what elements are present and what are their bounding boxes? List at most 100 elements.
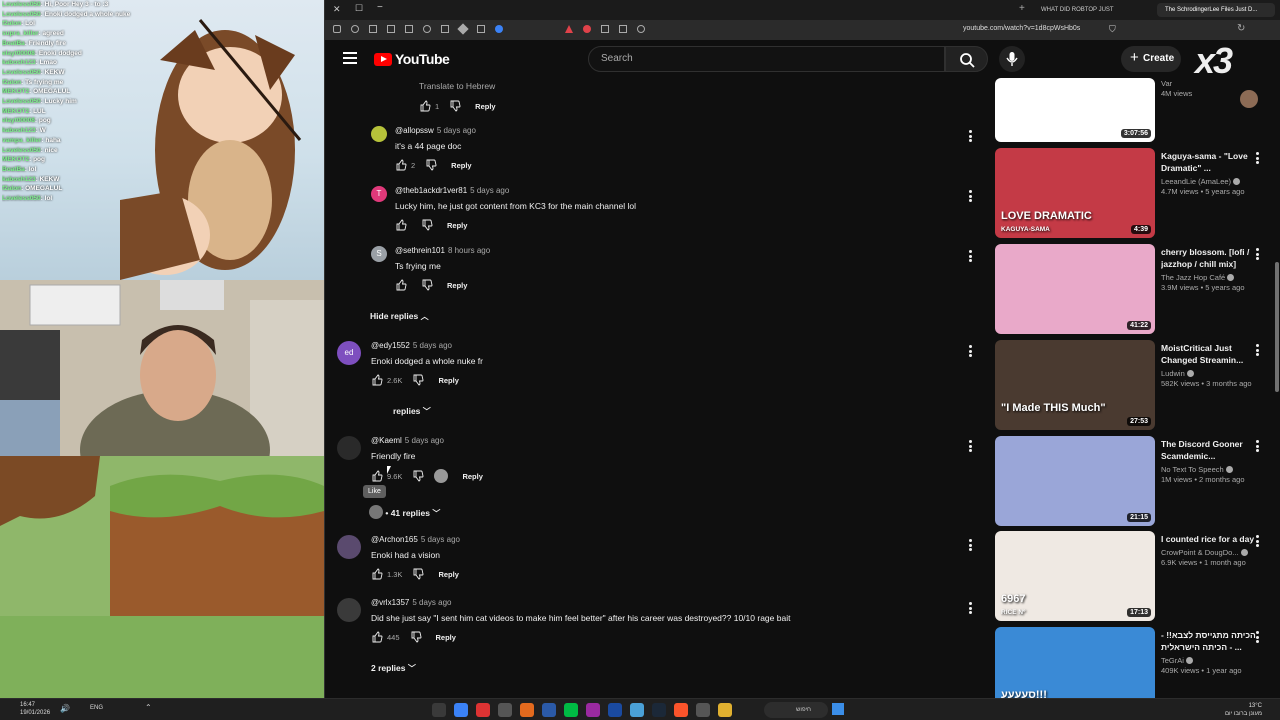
- commenter-avatar[interactable]: T: [371, 186, 387, 202]
- app-icon[interactable]: [652, 703, 666, 717]
- create-button[interactable]: Create: [1121, 45, 1181, 72]
- app-icon[interactable]: [498, 703, 512, 717]
- adblock-icon[interactable]: [583, 25, 591, 33]
- comment-author[interactable]: @theb1ackdr1ver81 5 days ago: [395, 186, 509, 195]
- reply-button[interactable]: Reply: [447, 281, 467, 290]
- video-channel[interactable]: No Text To Speech: [1161, 465, 1261, 475]
- video-item[interactable]: "I Made THIS Much" 27:53 MoistCritical Jus…: [995, 340, 1280, 432]
- video-item[interactable]: 21:15 The Discord Gooner Scamdemic... No T…: [995, 436, 1280, 528]
- like-icon[interactable]: [371, 568, 383, 580]
- like-icon[interactable]: [371, 374, 383, 386]
- video-menu-icon[interactable]: [1256, 535, 1260, 547]
- video-thumbnail[interactable]: 6967 RICE Nº 17:13: [995, 531, 1155, 621]
- video-title[interactable]: cherry blossom. [lofi / jazzhop / chill …: [1161, 246, 1261, 270]
- video-channel[interactable]: TeGrAi: [1161, 656, 1261, 666]
- dislike-icon[interactable]: [421, 219, 433, 231]
- video-channel[interactable]: Ludwin: [1161, 369, 1261, 379]
- like-icon[interactable]: [395, 219, 407, 231]
- view-replies-kaeml[interactable]: • 41 replies ﹀: [369, 505, 440, 519]
- video-thumbnail[interactable]: 3:07:56: [995, 78, 1155, 142]
- search-input[interactable]: Search: [588, 46, 945, 72]
- like-icon[interactable]: [395, 159, 407, 171]
- dislike-icon[interactable]: [412, 568, 424, 580]
- video-menu-icon[interactable]: [1256, 344, 1260, 356]
- comment-author[interactable]: @Kaeml 5 days ago: [371, 436, 444, 445]
- view-replies-edy[interactable]: replies ﹀: [393, 406, 431, 417]
- app-icon[interactable]: [608, 703, 622, 717]
- comment-menu-icon[interactable]: [969, 130, 973, 142]
- reply-button[interactable]: Reply: [447, 221, 467, 230]
- comment-menu-icon[interactable]: [969, 250, 973, 262]
- menu-icon[interactable]: [333, 25, 341, 33]
- search-tab-icon[interactable]: [637, 25, 645, 33]
- commenter-avatar[interactable]: [337, 535, 361, 559]
- tab-schrodinger[interactable]: The SchrodingerLee Files Just D...: [1157, 3, 1275, 17]
- tab-icon[interactable]: [387, 25, 395, 33]
- weather-widget[interactable]: 13°C מעונן ברובו יום: [1225, 702, 1262, 718]
- app-icon[interactable]: [454, 703, 468, 717]
- video-channel[interactable]: LeeandLie (AmaLee): [1161, 177, 1261, 187]
- hamburger-menu-icon[interactable]: [343, 52, 357, 64]
- scrollbar[interactable]: [1275, 262, 1279, 392]
- reply-button[interactable]: Reply: [451, 161, 471, 170]
- extensions-icon[interactable]: [441, 25, 449, 33]
- chevron-up-icon[interactable]: ⌃: [145, 703, 152, 712]
- video-item[interactable]: סעעעע!!! הכיתה מתגייסת לצבא!! - הכיתה היש…: [995, 627, 1280, 698]
- back-icon[interactable]: [601, 25, 609, 33]
- dislike-icon[interactable]: [421, 279, 433, 291]
- reply-button[interactable]: Reply: [438, 570, 458, 579]
- tab-robtop[interactable]: WHAT DID ROBTOP JUST RATE???: [1033, 3, 1145, 27]
- dislike-icon[interactable]: [412, 470, 424, 482]
- comment-menu-icon[interactable]: [969, 190, 973, 202]
- dislike-icon[interactable]: [410, 631, 422, 643]
- bookmark-icon[interactable]: ⛉: [1109, 24, 1116, 35]
- like-icon[interactable]: [395, 279, 407, 291]
- video-title[interactable]: Kaguya-sama - "Love Dramatic" ...: [1161, 150, 1261, 174]
- search-button[interactable]: [945, 46, 988, 72]
- pin-icon[interactable]: [369, 25, 377, 33]
- video-thumbnail[interactable]: 41:22: [995, 244, 1155, 334]
- reload-icon[interactable]: ↻: [1237, 23, 1245, 34]
- reply-button[interactable]: Reply: [436, 633, 456, 642]
- app-icon[interactable]: [586, 703, 600, 717]
- comment-menu-icon[interactable]: [969, 602, 973, 614]
- video-menu-icon[interactable]: [1256, 248, 1260, 260]
- close-window-icon[interactable]: ✕: [333, 4, 341, 15]
- video-item[interactable]: 41:22 cherry blossom. [lofi / jazzhop / c…: [995, 244, 1280, 336]
- minimize-icon[interactable]: −: [377, 2, 383, 13]
- comment-author[interactable]: @edy1552 5 days ago: [371, 341, 452, 350]
- vpn-icon[interactable]: [495, 25, 503, 33]
- dislike-icon[interactable]: [412, 374, 424, 386]
- video-thumbnail[interactable]: LOVE DRAMATIC KAGUYA-SAMA 4:39: [995, 148, 1155, 238]
- new-tab-icon[interactable]: +: [1019, 3, 1025, 14]
- wallet-icon[interactable]: [477, 25, 485, 33]
- shield-icon[interactable]: [351, 25, 359, 33]
- diamond-icon[interactable]: [457, 23, 469, 35]
- view-replies-vrlx[interactable]: 2 replies ﹀: [371, 663, 416, 674]
- app-icon[interactable]: [674, 703, 688, 717]
- video-channel[interactable]: Var: [1161, 79, 1261, 89]
- hide-replies-button[interactable]: Hide replies ︿: [370, 311, 429, 322]
- app-icon[interactable]: [476, 703, 490, 717]
- maximize-icon[interactable]: ☐: [355, 3, 363, 14]
- dislike-icon[interactable]: [425, 159, 437, 171]
- video-title[interactable]: MoistCritical Just Changed Streamin...: [1161, 342, 1261, 366]
- comment-menu-icon[interactable]: [969, 345, 973, 357]
- app-icon[interactable]: [542, 703, 556, 717]
- sidebar-icon[interactable]: [405, 25, 413, 33]
- dislike-icon[interactable]: [449, 100, 461, 112]
- taskbar-search[interactable]: חיפוש: [764, 702, 828, 718]
- like-icon[interactable]: [371, 470, 383, 482]
- reply-button[interactable]: Reply: [438, 376, 458, 385]
- comment-author[interactable]: @vrlx1357 5 days ago: [371, 598, 452, 607]
- video-item[interactable]: 6967 RICE Nº 17:13 I counted rice for a day…: [995, 531, 1280, 623]
- taskbar-clock[interactable]: 16:47 19/01/2026: [20, 701, 50, 717]
- comment-menu-icon[interactable]: [969, 539, 973, 551]
- comment-author[interactable]: @allopssw 5 days ago: [395, 126, 476, 135]
- commenter-avatar[interactable]: ed: [337, 341, 361, 365]
- windows-start-icon[interactable]: [832, 703, 844, 715]
- app-icon[interactable]: [630, 703, 644, 717]
- video-channel[interactable]: CrowPoint & DougDo...: [1161, 548, 1261, 558]
- commenter-avatar[interactable]: [371, 126, 387, 142]
- screen-icon[interactable]: [619, 25, 627, 33]
